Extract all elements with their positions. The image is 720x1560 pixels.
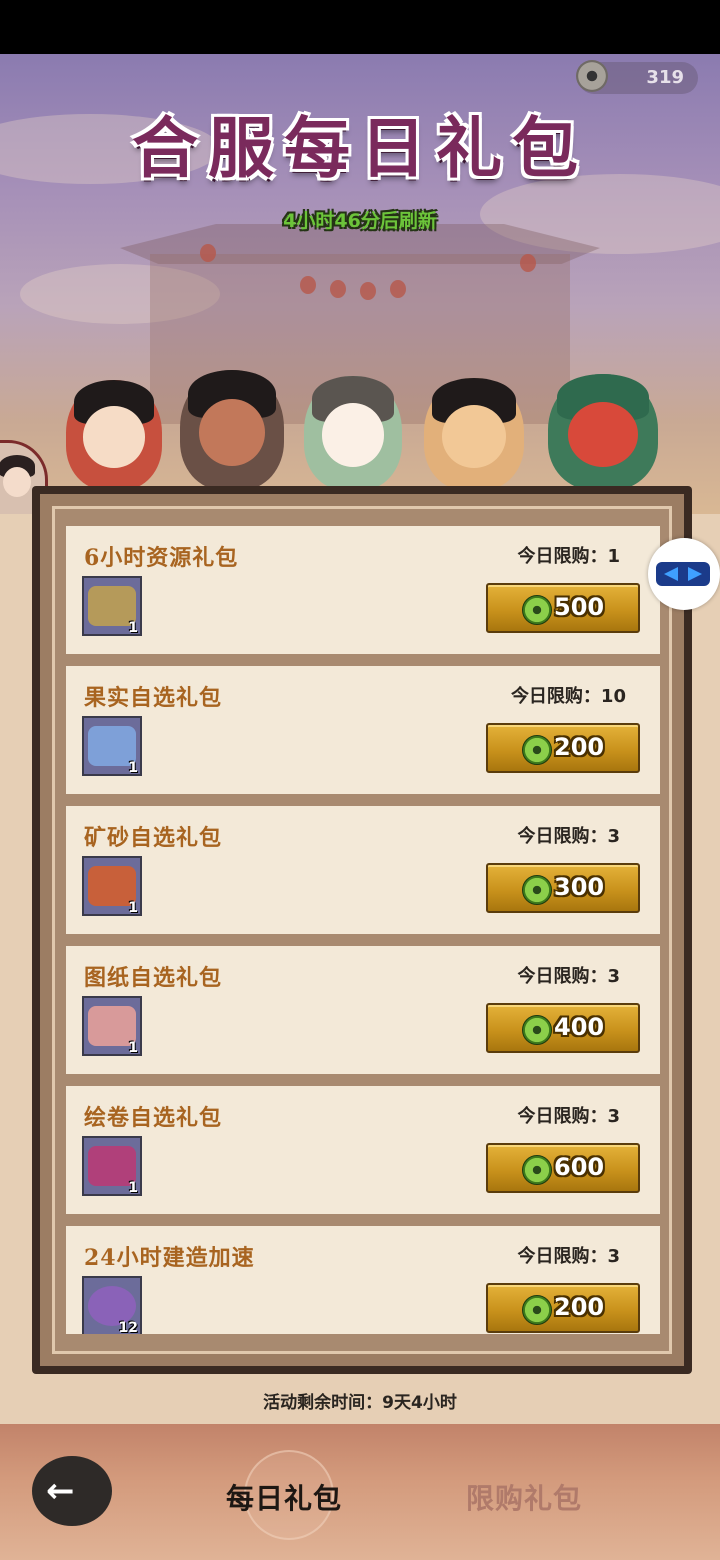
purchase-limit: 今日限购：3 [517,1106,620,1127]
ore-bag-icon[interactable]: 1 [82,856,142,916]
tab-limited-pack[interactable]: 限购礼包 [466,1477,582,1517]
jade-coin-icon [522,1295,552,1325]
price: 300 [554,873,605,901]
pack-card: 矿砂自选礼包 今日限购：3 1 300 [66,806,660,934]
price: 500 [554,593,605,621]
hero-character [180,370,284,490]
jade-coin-icon [522,735,552,765]
buy-button[interactable]: 600 [486,1143,640,1193]
currency-display: 319 [576,60,698,94]
resource-chest-icon[interactable]: 1 [82,576,142,636]
item-quantity: 1 [128,900,138,916]
item-quantity: 1 [128,1180,138,1196]
lantern-icon [360,282,376,300]
hero-character [548,374,658,490]
price: 400 [554,1013,605,1041]
pack-card: 6小时资源礼包 今日限购：1 1 500 [66,526,660,654]
currency-amount: 319 [646,67,684,88]
pack-name: 6小时资源礼包 [84,545,239,571]
jade-coin-icon [522,1155,552,1185]
pack-list[interactable]: 6小时资源礼包 今日限购：1 1 500 果实自选礼包 今日限购：10 1 20… [66,526,660,1334]
purchase-limit: 今日限购：3 [517,966,620,987]
item-quantity: 1 [128,1040,138,1056]
pack-name: 矿砂自选礼包 [84,825,223,851]
coin-icon [576,60,608,92]
buy-button[interactable]: 200 [486,723,640,773]
jade-coin-icon [522,875,552,905]
price: 200 [554,733,605,761]
buy-button[interactable]: 400 [486,1003,640,1053]
back-button[interactable]: ← [32,1456,112,1526]
buy-button[interactable]: 200 [486,1283,640,1333]
purchase-limit: 今日限购：3 [517,1246,620,1267]
lantern-icon [330,280,346,298]
playback-icon [656,562,710,586]
purchase-limit: 今日限购：1 [517,546,620,567]
price: 600 [554,1153,605,1181]
pack-name: 绘卷自选礼包 [84,1105,223,1131]
buy-button[interactable]: 500 [486,583,640,633]
tab-daily-pack[interactable]: 每日礼包 [226,1477,342,1517]
pack-name: 果实自选礼包 [84,685,223,711]
refresh-timer: 4小时46分后刷新 [283,210,437,232]
hero-character [66,380,162,490]
blueprint-bundle-icon[interactable]: 1 [82,996,142,1056]
status-bar [0,0,720,54]
back-arrow-icon: ← [46,1471,75,1511]
pack-name: 24小时建造加速 [84,1245,255,1271]
jade-coin-icon [522,1015,552,1045]
purchase-limit: 今日限购：10 [510,686,626,707]
lantern-icon [520,254,536,272]
floating-assistant-button[interactable] [648,538,720,610]
pack-card: 图纸自选礼包 今日限购：3 1 400 [66,946,660,1074]
page-title: 合服每日礼包 [132,109,588,187]
purchase-limit: 今日限购：3 [517,826,620,847]
lantern-icon [300,276,316,294]
item-quantity: 1 [128,620,138,636]
scroll-chest-icon[interactable]: 1 [82,1136,142,1196]
price: 200 [554,1293,605,1321]
hero-character [424,378,524,490]
item-quantity: 12 [118,1320,138,1334]
pack-card: 24小时建造加速 今日限购：3 12 200 [66,1226,660,1334]
lantern-icon [390,280,406,298]
hero-character [304,376,402,490]
lantern-icon [200,244,216,262]
pack-name: 图纸自选礼包 [84,965,223,991]
jade-coin-icon [522,595,552,625]
item-quantity: 1 [128,760,138,776]
pack-card: 果实自选礼包 今日限购：10 1 200 [66,666,660,794]
build-speedup-icon[interactable]: 12 [82,1276,142,1334]
pack-card: 绘卷自选礼包 今日限购：3 1 600 [66,1086,660,1214]
fruit-chest-icon[interactable]: 1 [82,716,142,776]
event-remaining-time: 活动剩余时间：9天4小时 [263,1393,457,1413]
buy-button[interactable]: 300 [486,863,640,913]
